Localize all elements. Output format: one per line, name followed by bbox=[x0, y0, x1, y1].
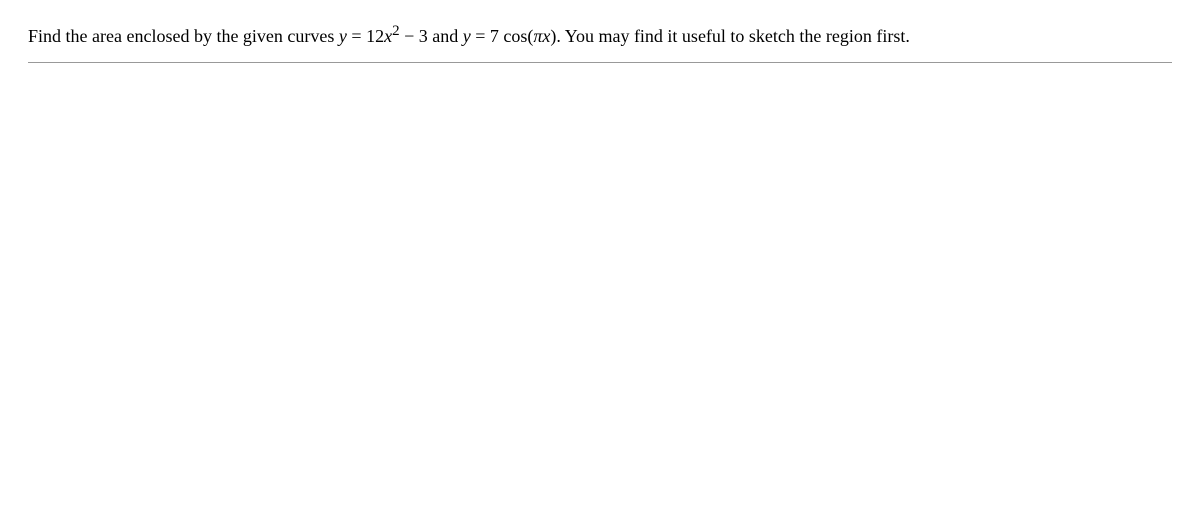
equation1-lhs: y bbox=[339, 26, 347, 46]
horizontal-divider bbox=[28, 62, 1172, 63]
equation2-close: ). bbox=[550, 26, 561, 46]
equation1-tail: − 3 bbox=[404, 26, 428, 46]
problem-statement: Find the area enclosed by the given curv… bbox=[28, 20, 1128, 50]
problem-intro: Find the area enclosed by the given curv… bbox=[28, 26, 339, 46]
equation1-var: x bbox=[384, 26, 392, 46]
equation2-coef: 7 bbox=[490, 26, 499, 46]
between-text: and bbox=[432, 26, 463, 46]
equation2-equals: = bbox=[475, 26, 490, 46]
equation1-equals: = bbox=[351, 26, 366, 46]
problem-outro: You may find it useful to sketch the reg… bbox=[565, 26, 910, 46]
equation1-coef: 12 bbox=[366, 26, 384, 46]
equation2-func: cos( bbox=[499, 26, 534, 46]
equation2-lhs: y bbox=[463, 26, 471, 46]
equation1-exponent: 2 bbox=[392, 23, 400, 39]
